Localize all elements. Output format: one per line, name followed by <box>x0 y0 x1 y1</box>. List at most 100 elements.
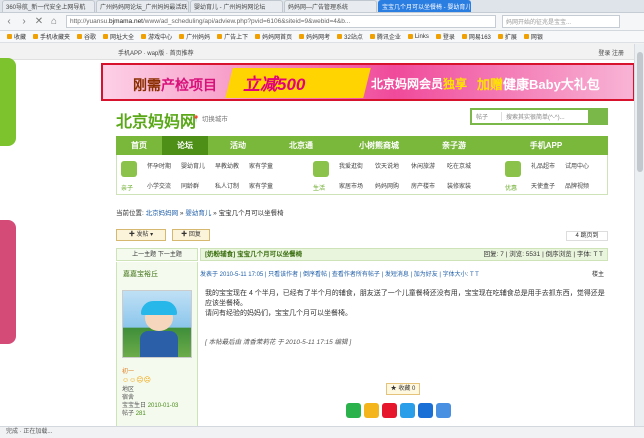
bookmark[interactable]: 妈妈网首页 <box>255 32 292 41</box>
bookmark[interactable]: 网址大全 <box>103 32 134 41</box>
site-search-input[interactable]: 搜索其实很简单(^-^)... <box>502 112 588 121</box>
close-icon[interactable]: ✕ <box>33 16 45 28</box>
page-jump[interactable]: 4 跳页到 <box>566 231 608 241</box>
switch-city-link[interactable]: 📍 切换城市 <box>192 113 228 123</box>
sub-nav: 亲子 怀孕时期 婴幼育儿 早教幼教 家有学童 小学交流 同龄群 私人订制 家有学… <box>116 155 608 195</box>
bookmark[interactable]: 谷歌 <box>77 32 96 41</box>
bookmark[interactable]: 32站点 <box>337 32 363 41</box>
bookmark[interactable]: 扩展 <box>497 32 517 41</box>
bookmarks-bar: 收藏 手机收藏夹 谷歌 网址大全 游戏中心 广州妈妈 广告上下 妈妈网首页 妈妈… <box>0 31 644 43</box>
folder-icon <box>217 34 223 39</box>
nav-activity[interactable]: 活动 <box>208 136 268 155</box>
share-buttons <box>346 403 454 418</box>
post-meta[interactable]: 发表于 2010-5-11 17:05 | 只看该作者 | 倒序看帖 | 查看作… <box>200 272 479 278</box>
folder-icon <box>461 34 467 39</box>
star-icon <box>7 34 12 39</box>
browser-search-input[interactable]: 妈网开始的征兆是宝宝... <box>502 15 620 28</box>
post-meta-bar: 发表于 2010-5-11 17:05 | 只看该作者 | 倒序看帖 | 查看作… <box>200 270 608 280</box>
breadcrumb-home[interactable]: 北京妈妈网 <box>146 210 179 217</box>
thread-header: [奶粉辅食] 宝宝几个月可以坐餐椅 回复: 7 | 浏览: 5531 | 倒序浏… <box>200 248 608 261</box>
renren-share-icon[interactable] <box>418 403 433 418</box>
author-level: 初一 <box>122 369 135 375</box>
nav-beijing[interactable]: 北京通 <box>268 136 334 155</box>
parenting-icon <box>121 161 137 177</box>
bookmark[interactable]: 广州妈妈 <box>179 32 210 41</box>
more-share-icon[interactable] <box>436 403 451 418</box>
banner-discount: 立减500 <box>243 75 306 94</box>
folder-icon <box>103 34 109 39</box>
subnav-group-parenting: 亲子 怀孕时期 婴幼育儿 早教幼教 家有学童 小学交流 同龄群 私人订制 家有学… <box>121 159 291 193</box>
floor-label: 楼主 <box>591 272 604 278</box>
bookmark[interactable]: 游戏中心 <box>141 32 172 41</box>
reply-button[interactable]: ✚ 回复 <box>172 229 210 241</box>
search-type-select[interactable]: 帖子 <box>472 112 502 121</box>
nav-app[interactable]: 手机APP <box>484 136 608 155</box>
nav-home[interactable]: 首页 <box>116 136 162 155</box>
url-input[interactable]: http://yuansu. bjmama.net/www/ad_scheduli… <box>66 15 496 28</box>
post-body: 我的宝宝现在 4 个半月，已经有了半个月的辅食，朋友送了一个儿童餐椅还没有用，宝… <box>205 290 605 317</box>
bookmark[interactable]: Links <box>407 34 429 40</box>
prev-next-thread[interactable]: 上一主题 下一主题 <box>116 248 198 261</box>
wechat-share-icon[interactable] <box>346 403 361 418</box>
folder-icon <box>497 34 503 39</box>
folder-icon <box>337 34 343 39</box>
address-bar: ‹ › ✕ ⌂ http://yuansu. bjmama.net/www/ad_… <box>0 13 644 31</box>
bookmark[interactable]: 广告上下 <box>217 32 248 41</box>
forward-icon[interactable]: › <box>18 16 30 28</box>
nav-mall[interactable]: 小树熊商城 <box>334 136 424 155</box>
side-floating-ad[interactable] <box>0 220 16 344</box>
breadcrumb: 当前位置: 北京妈妈网 » 婴幼育儿 » 宝宝几个月可以坐餐椅 <box>116 210 284 217</box>
folder-icon <box>255 34 261 39</box>
thread-title: [奶粉辅食] 宝宝几个月可以坐餐椅 <box>205 251 303 258</box>
nav-travel[interactable]: 亲子游 <box>424 136 484 155</box>
folder-icon <box>33 34 39 39</box>
folder-icon <box>179 34 185 39</box>
qzone-share-icon[interactable] <box>364 403 379 418</box>
page-scrollbar[interactable] <box>634 44 644 426</box>
author-name[interactable]: 嘉嘉宝裕丘 <box>123 269 158 279</box>
folder-icon <box>435 34 441 39</box>
browser-tab-bar: 360导航_新一代安全上网导航 广州妈妈网论坛_广州妈妈最活跃... 婴幼育儿 … <box>0 0 644 389</box>
weibo-share-icon[interactable] <box>382 403 397 418</box>
subnav-group-life: 生活 我爱逛街 饮天说地 休闲旅游 吃在京城 家居市场 妈妈网购 房产楼市 装修… <box>313 159 493 193</box>
back-icon[interactable]: ‹ <box>3 16 15 28</box>
site-search: 帖子 搜索其实很简单(^-^)... <box>470 108 608 125</box>
folder-icon <box>141 34 147 39</box>
tab-1[interactable]: 360导航_新一代安全上网导航 <box>2 0 392 389</box>
bookmark[interactable]: 网银 <box>523 32 543 41</box>
author-stars: ☺☺☹☹ <box>122 377 151 384</box>
folder-icon <box>369 34 375 39</box>
home-icon[interactable]: ⌂ <box>48 16 60 28</box>
site-top-links[interactable]: 手机APP · wap版 · 首页推荐 <box>118 48 194 57</box>
bookmark[interactable]: 登录 <box>435 32 455 41</box>
tab-4[interactable]: 妈妈网—广告管理系统 <box>284 0 392 389</box>
life-icon <box>313 161 329 177</box>
tencent-weibo-share-icon[interactable] <box>400 403 415 418</box>
tab-2[interactable]: 广州妈妈网论坛_广州妈妈最活跃... <box>96 0 392 389</box>
thread-stats: 回复: 7 | 浏览: 5531 | 倒序浏览 | 字体: T T <box>483 251 603 258</box>
favorite-button[interactable]: ★ 收藏 0 <box>386 383 420 395</box>
folder-icon <box>299 34 305 39</box>
bookmark[interactable]: 腾讯企业 <box>369 32 401 41</box>
bookmark[interactable]: 手机收藏夹 <box>33 32 70 41</box>
author-info: 地区 宿舍 宝宝生日 2010-01-03 帖子 281 <box>122 387 179 417</box>
bookmark[interactable]: 网易163 <box>461 32 491 41</box>
tab-3[interactable]: 婴幼育儿 - 广州妈妈网论坛 <box>190 0 392 389</box>
edited-note: [ 本帖最后由 清香茉莉花 于 2010-5-11 17:15 编辑 ] <box>205 339 352 346</box>
banner-text-3: 北京妈网会员独享 <box>371 77 468 91</box>
folder-icon <box>523 34 529 39</box>
banner-text-1: 刚需产检项目 <box>133 77 217 93</box>
breadcrumb-board[interactable]: 婴幼育儿 <box>185 210 211 217</box>
site-top-strip: 手机APP · wap版 · 首页推荐 登录 注册 <box>0 43 644 60</box>
bookmark[interactable]: 妈妈网考 <box>299 32 330 41</box>
search-button[interactable] <box>588 110 606 123</box>
avatar[interactable] <box>122 290 192 358</box>
login-register-links[interactable]: 登录 注册 <box>598 48 624 57</box>
bookmark[interactable]: 收藏 <box>7 32 26 41</box>
new-post-button[interactable]: ✚ 发帖 ▾ <box>116 229 166 241</box>
nav-forum[interactable]: 论坛 <box>162 136 208 155</box>
promo-banner[interactable]: 刚需产检项目 立减500 北京妈网会员独享 加赠健康Baby大礼包 <box>101 63 635 101</box>
tab-5-active[interactable]: 宝宝几个月可以坐餐椅 - 婴幼育儿 <box>378 0 471 389</box>
folder-icon <box>77 34 83 39</box>
side-floating-tab[interactable] <box>0 58 16 146</box>
